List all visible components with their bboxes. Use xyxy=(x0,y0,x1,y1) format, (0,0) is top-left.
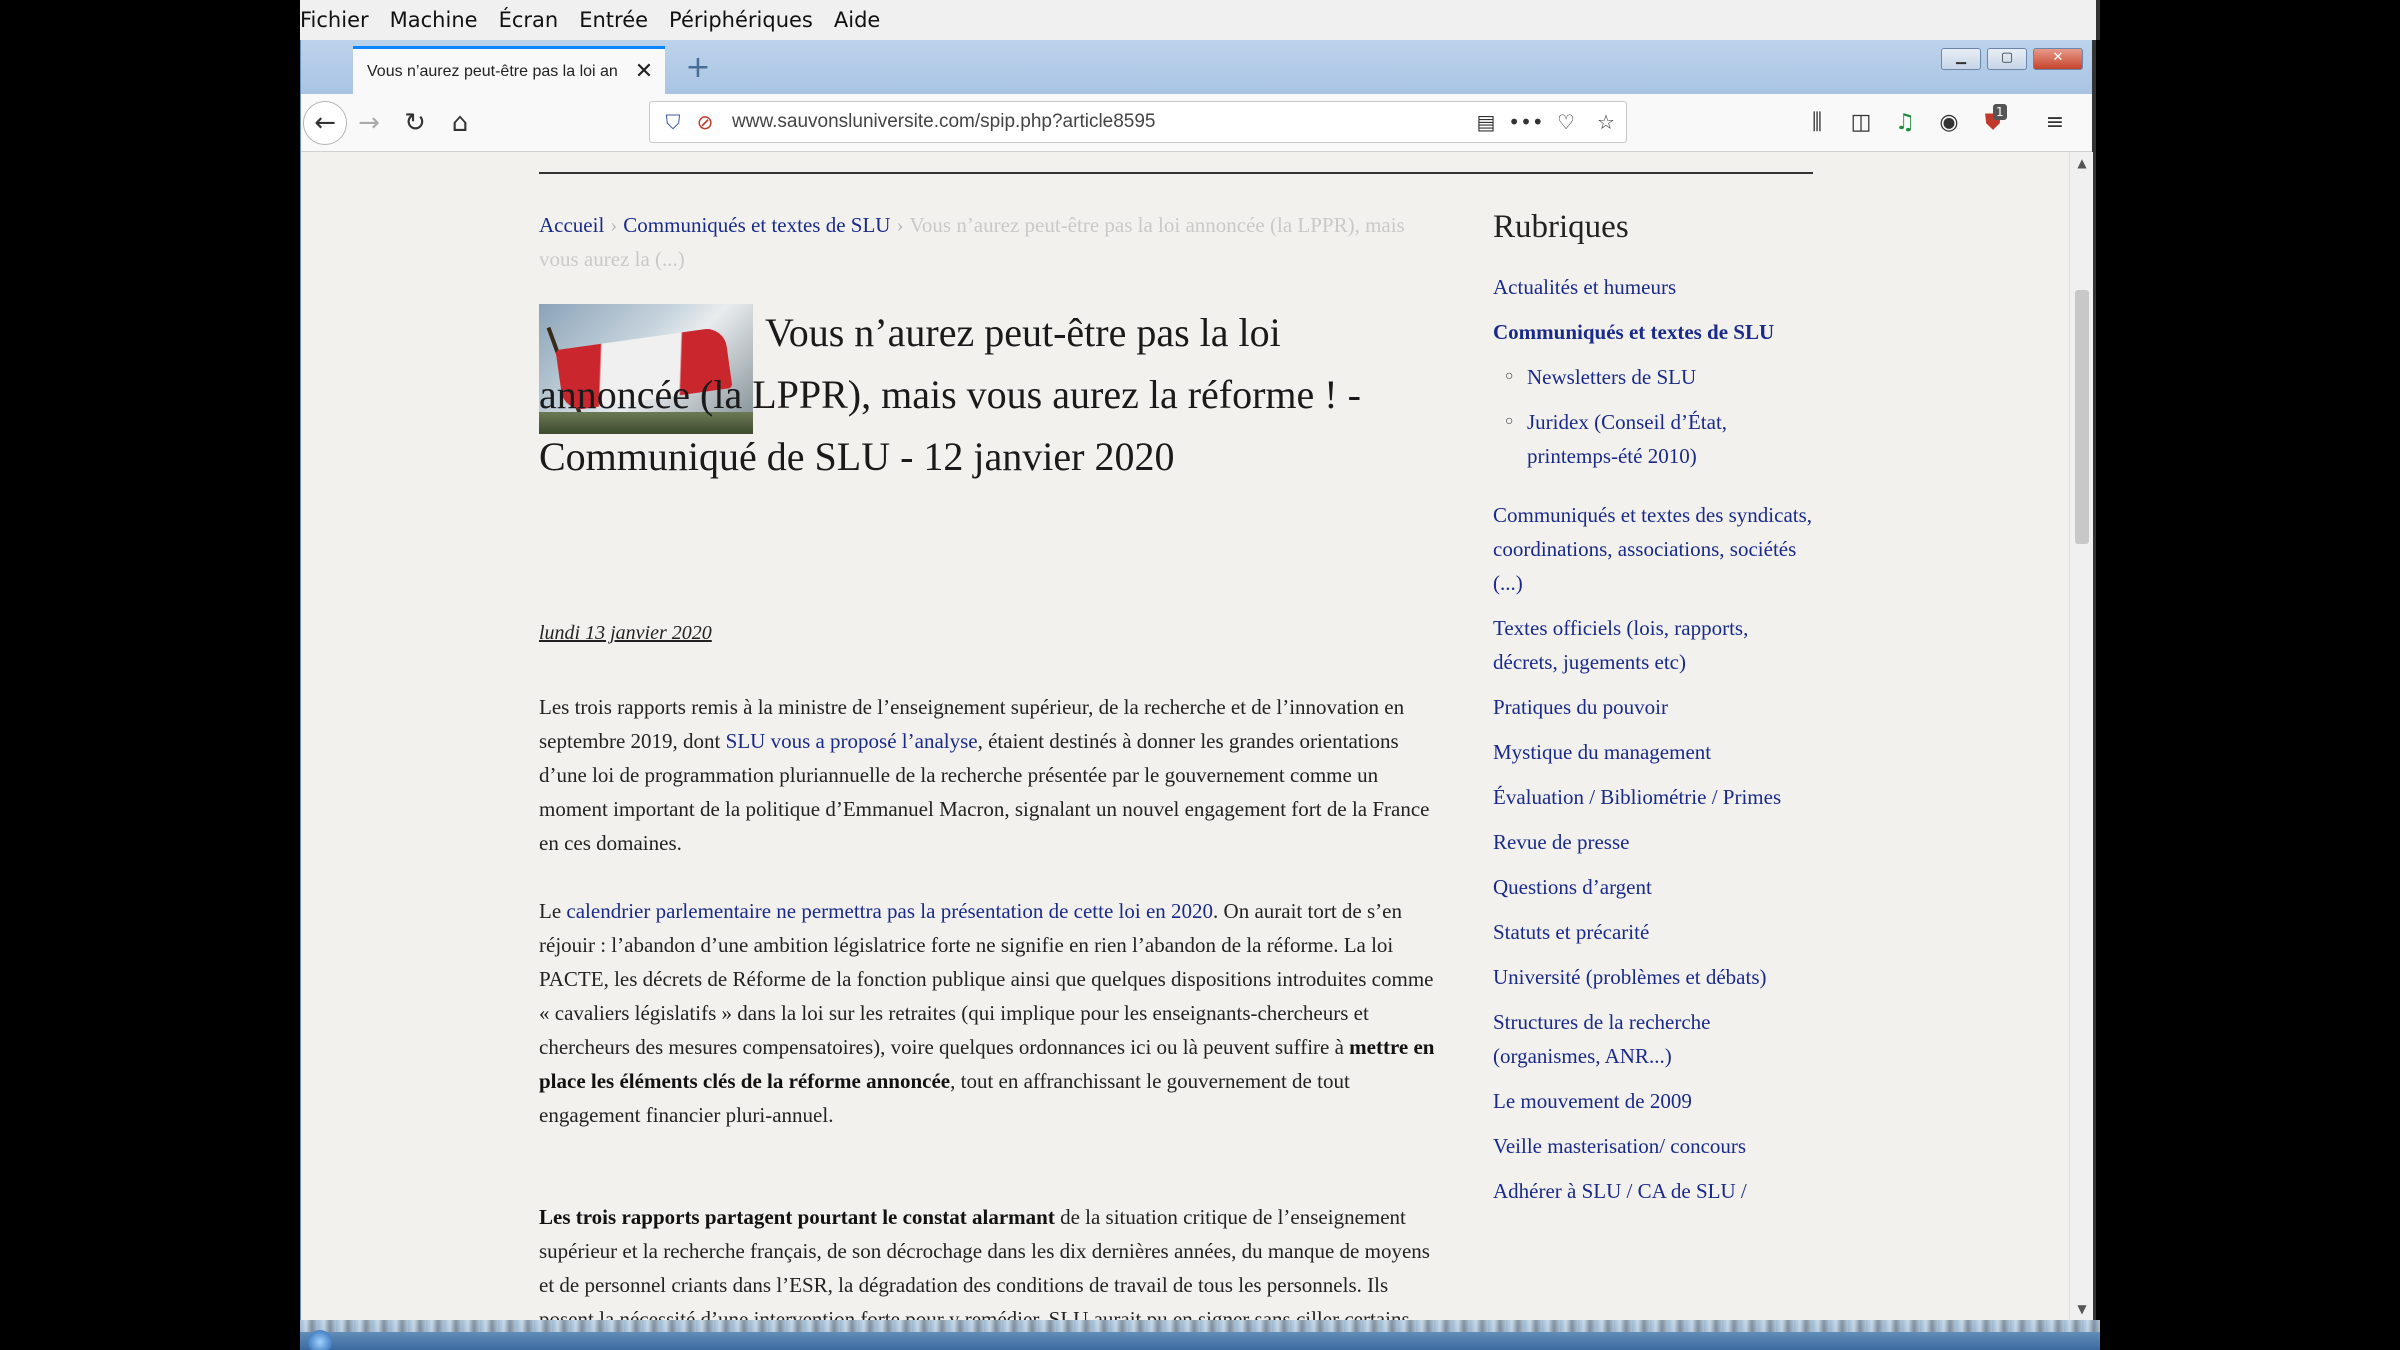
analysis-link[interactable]: SLU vous a proposé l’analyse xyxy=(726,729,978,753)
header-divider xyxy=(539,172,1813,174)
url-text[interactable]: www.sauvonsluniversite.com/spip.php?arti… xyxy=(732,111,1466,133)
article-title: Vous n’aurez peut-être pas la loi annonc… xyxy=(539,310,1361,479)
tab-active[interactable]: Vous n’aurez peut-être pas la loi an ✕ xyxy=(353,46,665,94)
paragraph-bold-text: Les xyxy=(539,1205,576,1229)
vm-menu-aide[interactable]: Aide xyxy=(834,8,891,32)
rubrique-link-active[interactable]: Communiqués et textes de SLU xyxy=(1493,315,1813,349)
taskbar-strip xyxy=(300,1320,2100,1332)
rubriques-title: Rubriques xyxy=(1493,209,1629,245)
reader-view-icon[interactable]: ▤ xyxy=(1466,110,1506,134)
breadcrumb-section-link[interactable]: Communiqués et textes de SLU xyxy=(623,213,890,237)
back-arrow-icon[interactable]: ← xyxy=(303,101,347,145)
window-maximize-button[interactable]: ▢ xyxy=(1987,48,2027,70)
rubrique-link[interactable]: Adhérer à SLU / CA de SLU / xyxy=(1493,1174,1813,1208)
vm-menubar: Fichier Machine Écran Entrée Périphériqu… xyxy=(300,0,2096,40)
navigation-toolbar: ← → ↻ ⌂ ⛉ ⊘ www.sauvonsluniversite.com/s… xyxy=(301,94,2092,152)
bookmark-star-icon[interactable]: ☆ xyxy=(1586,110,1626,134)
rubrique-link[interactable]: Revue de presse xyxy=(1493,825,1813,859)
vm-menu-fichier[interactable]: Fichier xyxy=(300,8,380,32)
three-reports-link[interactable]: trois rapports xyxy=(576,1205,700,1229)
reload-icon[interactable]: ↻ xyxy=(395,103,435,143)
breadcrumb-home-link[interactable]: Accueil xyxy=(539,213,604,237)
rubrique-link[interactable]: Statuts et précarité xyxy=(1493,915,1813,949)
home-icon[interactable]: ⌂ xyxy=(440,103,480,143)
vertical-scrollbar[interactable]: ▲ ▼ xyxy=(2069,152,2093,1320)
rubrique-link[interactable]: Le mouvement de 2009 xyxy=(1493,1084,1813,1118)
account-icon[interactable]: ◉ xyxy=(1929,103,1969,143)
scroll-up-arrow-icon[interactable]: ▲ xyxy=(2070,156,2094,170)
rubrique-link[interactable]: Actualités et humeurs xyxy=(1493,270,1813,304)
breadcrumb-separator: › xyxy=(610,213,618,237)
ublock-badge: 1 xyxy=(1993,104,2007,120)
browser-window: Vous n’aurez peut-être pas la loi an ✕ +… xyxy=(300,40,2096,1320)
forward-arrow-icon[interactable]: → xyxy=(349,103,389,143)
taskbar xyxy=(300,1320,2100,1350)
rubrique-link[interactable]: Communiqués et textes des syndicats, coo… xyxy=(1493,498,1813,600)
article-paragraph-2: Le calendrier parlementaire ne permettra… xyxy=(539,894,1439,1132)
rubrique-link[interactable]: Évaluation / Bibliométrie / Primes xyxy=(1493,780,1813,814)
article-date: lundi 13 janvier 2020 xyxy=(539,622,712,644)
vm-frame-edge xyxy=(2096,0,2100,40)
article-paragraph-1: Les trois rapports remis à la ministre d… xyxy=(539,690,1439,860)
start-orb-icon[interactable] xyxy=(308,1330,332,1350)
rubrique-link[interactable]: Structures de la recherche (organismes, … xyxy=(1493,1005,1813,1073)
window-minimize-button[interactable]: ▁ xyxy=(1941,48,1981,70)
three-reports-link-text[interactable]: trois rapports xyxy=(576,1205,700,1229)
tab-close-icon[interactable]: ✕ xyxy=(633,59,655,84)
hamburger-menu-icon[interactable]: ≡ xyxy=(2035,103,2075,143)
rubrique-link[interactable]: Veille masterisation/ concours xyxy=(1493,1129,1813,1163)
rubrique-link[interactable]: Questions d’argent xyxy=(1493,870,1813,904)
rubrique-link[interactable]: Textes officiels (lois, rapports, décret… xyxy=(1493,611,1813,679)
vm-menu-peripheriques[interactable]: Périphériques xyxy=(669,8,824,32)
sidebar-toggle-icon[interactable]: ◫ xyxy=(1841,103,1881,143)
window-close-button[interactable]: ✕ xyxy=(2033,48,2083,70)
page-content: Accueil › Communiqués et textes de SLU › Vou… xyxy=(301,152,2069,1320)
scroll-down-arrow-icon[interactable]: ▼ xyxy=(2070,1302,2094,1316)
url-bar[interactable]: ⛉ ⊘ www.sauvonsluniversite.com/spip.php?… xyxy=(649,101,1627,143)
insecure-lock-icon[interactable]: ⊘ xyxy=(690,110,720,134)
rubriques-sidebar: Rubriques Actualités et humeurs Communiq… xyxy=(1493,204,1813,1219)
paragraph-text: Le xyxy=(539,899,567,923)
scrollbar-thumb[interactable] xyxy=(2075,290,2089,544)
paragraph-bold-text: partagent pourtant le constat alarmant xyxy=(699,1205,1055,1229)
paragraph-text: . On aurait tort de s’en réjouir : l’aba… xyxy=(539,899,1434,1059)
pocket-icon[interactable]: ♡ xyxy=(1546,110,1586,134)
extension-headphones-icon[interactable]: ♫ xyxy=(1885,103,1925,143)
vm-menu-ecran[interactable]: Écran xyxy=(499,8,570,32)
breadcrumb-separator: › xyxy=(896,213,904,237)
rubrique-sublink[interactable]: Newsletters de SLU xyxy=(1493,360,1813,394)
tab-title: Vous n’aurez peut-être pas la loi an xyxy=(367,62,618,80)
vm-menu-entree[interactable]: Entrée xyxy=(579,8,659,32)
rubrique-link[interactable]: Mystique du management xyxy=(1493,735,1813,769)
rubrique-sublink[interactable]: Juridex (Conseil d’État, printemps-été 2… xyxy=(1493,405,1813,473)
screen: Fichier Machine Écran Entrée Périphériqu… xyxy=(0,0,2400,1350)
calendar-link[interactable]: calendrier parlementaire ne permettra pa… xyxy=(566,899,1213,923)
tab-bar: Vous n’aurez peut-être pas la loi an ✕ +… xyxy=(301,40,2092,94)
page-actions-icon[interactable]: ••• xyxy=(1506,110,1546,134)
breadcrumb: Accueil › Communiqués et textes de SLU › Vou… xyxy=(539,208,1439,276)
library-icon[interactable]: ⫼ xyxy=(1797,103,1837,143)
article-paragraph-3: Les trois rapports partagent pourtant le… xyxy=(539,1200,1439,1320)
new-tab-icon[interactable]: + xyxy=(681,50,715,85)
rubrique-link[interactable]: Université (problèmes et débats) xyxy=(1493,960,1813,994)
vm-menu-machine[interactable]: Machine xyxy=(390,8,489,32)
rubrique-link[interactable]: Pratiques du pouvoir xyxy=(1493,690,1813,724)
tracking-shield-icon[interactable]: ⛉ xyxy=(656,110,690,134)
